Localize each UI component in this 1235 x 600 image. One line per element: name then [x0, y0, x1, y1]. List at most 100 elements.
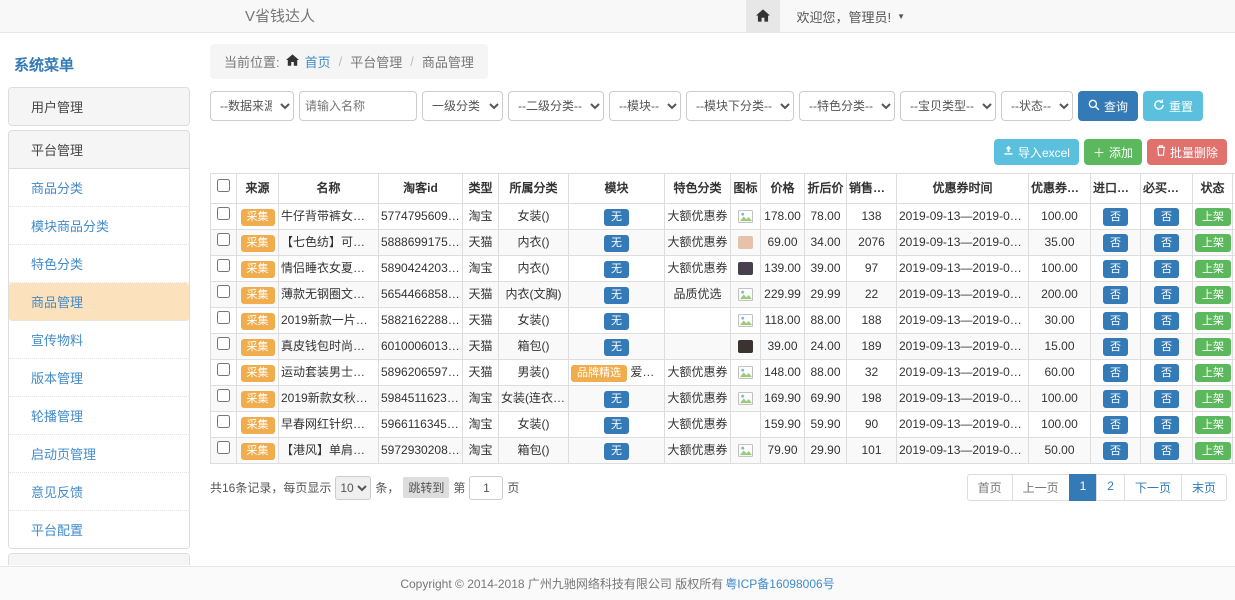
sidebar-item[interactable]: 意见反馈 [9, 473, 189, 511]
source-badge: 采集 [241, 339, 275, 356]
coupon-time-cell: 2019-09-13—2019-09-20 [897, 334, 1029, 360]
status-button[interactable]: 上架 [1195, 208, 1231, 226]
jump-page-input[interactable] [469, 476, 503, 500]
module-badge[interactable]: 无 [604, 313, 629, 330]
module-badge[interactable]: 无 [604, 391, 629, 408]
import-excel-button[interactable]: 导入excel [994, 139, 1079, 165]
module-badge[interactable]: 无 [604, 235, 629, 252]
module-badge[interactable]: 无 [604, 287, 629, 304]
must-buy-toggle-button[interactable]: 否 [1154, 312, 1179, 330]
status-button[interactable]: 上架 [1195, 286, 1231, 304]
taoke-id-cell: 601000601341 [379, 334, 463, 360]
row-checkbox[interactable] [217, 441, 230, 454]
module-badge[interactable]: 无 [604, 209, 629, 226]
must-buy-toggle-button[interactable]: 否 [1154, 442, 1179, 460]
pager-button[interactable]: 1 [1069, 474, 1098, 501]
row-checkbox[interactable] [217, 363, 230, 376]
filter-select[interactable]: --模块下分类-- [686, 91, 794, 121]
user-menu[interactable]: 欢迎您，管理员! ▼ [780, 0, 1235, 33]
status-button[interactable]: 上架 [1195, 364, 1231, 382]
import-toggle-button[interactable]: 否 [1103, 312, 1128, 330]
icp-link[interactable]: 粤ICP备16098006号 [725, 575, 834, 592]
filter-select[interactable]: --特色分类-- [799, 91, 895, 121]
data-source-select[interactable]: --数据来源-- [210, 91, 294, 121]
row-checkbox[interactable] [217, 207, 230, 220]
import-toggle-button[interactable]: 否 [1103, 442, 1128, 460]
sidebar-item[interactable]: 宣传物料 [9, 321, 189, 359]
sidebar-item[interactable]: 模块商品分类 [9, 207, 189, 245]
query-button[interactable]: 查询 [1078, 91, 1138, 121]
filter-select[interactable]: --宝贝类型-- [900, 91, 996, 121]
type-cell: 天猫 [463, 360, 499, 386]
sidebar-item[interactable]: 启动页管理 [9, 435, 189, 473]
import-toggle-button[interactable]: 否 [1103, 234, 1128, 252]
status-button[interactable]: 上架 [1195, 338, 1231, 356]
module-badge[interactable]: 无 [604, 261, 629, 278]
name-search-input[interactable] [299, 91, 417, 121]
status-button[interactable]: 上架 [1195, 260, 1231, 278]
row-checkbox[interactable] [217, 389, 230, 402]
import-toggle-button[interactable]: 否 [1103, 416, 1128, 434]
must-buy-toggle-button[interactable]: 否 [1154, 390, 1179, 408]
pagination-row: 共16条记录，每页显示 10 条， 跳转到 第 页 首页上一页12下一页末页 [210, 474, 1227, 501]
filter-select[interactable]: --二级分类-- [508, 91, 604, 121]
must-buy-toggle-button[interactable]: 否 [1154, 338, 1179, 356]
home-button[interactable] [746, 0, 780, 33]
select-all-checkbox[interactable] [217, 179, 230, 192]
must-buy-toggle-button[interactable]: 否 [1154, 234, 1179, 252]
import-optimal-cell: 否 [1091, 204, 1141, 230]
module-badge[interactable]: 无 [604, 339, 629, 356]
pager-button[interactable]: 2 [1096, 474, 1125, 501]
status-button[interactable]: 上架 [1195, 234, 1231, 252]
sidebar-group[interactable]: 平台管理 [9, 131, 189, 168]
import-toggle-button[interactable]: 否 [1103, 338, 1128, 356]
pager-button[interactable]: 末页 [1181, 474, 1227, 501]
sidebar-group[interactable]: 用户管理 [9, 88, 189, 125]
import-optimal-cell: 否 [1091, 308, 1141, 334]
status-button[interactable]: 上架 [1195, 312, 1231, 330]
must-buy-toggle-button[interactable]: 否 [1154, 286, 1179, 304]
row-checkbox[interactable] [217, 259, 230, 272]
status-button[interactable]: 上架 [1195, 442, 1231, 460]
batch-delete-button[interactable]: 批量删除 [1147, 139, 1227, 165]
import-toggle-button[interactable]: 否 [1103, 364, 1128, 382]
jump-button[interactable]: 跳转到 [403, 477, 449, 498]
import-toggle-button[interactable]: 否 [1103, 208, 1128, 226]
module-badge[interactable]: 无 [604, 443, 629, 460]
topbar-right: 欢迎您，管理员! ▼ [746, 0, 1235, 33]
source-cell: 采集 [237, 360, 279, 386]
import-toggle-button[interactable]: 否 [1103, 390, 1128, 408]
sidebar-item[interactable]: 轮播管理 [9, 397, 189, 435]
sidebar-item[interactable]: 特色分类 [9, 245, 189, 283]
sidebar-item[interactable]: 平台配置 [9, 511, 189, 548]
import-toggle-button[interactable]: 否 [1103, 286, 1128, 304]
must-buy-toggle-button[interactable]: 否 [1154, 260, 1179, 278]
filter-select[interactable]: 一级分类 [422, 91, 503, 121]
reset-button[interactable]: 重置 [1143, 91, 1203, 121]
row-checkbox[interactable] [217, 311, 230, 324]
status-button[interactable]: 上架 [1195, 390, 1231, 408]
row-checkbox[interactable] [217, 337, 230, 350]
row-checkbox[interactable] [217, 415, 230, 428]
breadcrumb-home-link[interactable]: 首页 [305, 52, 331, 71]
pager-button[interactable]: 下一页 [1124, 474, 1182, 501]
module-badge[interactable]: 品牌精选 [571, 365, 627, 382]
filter-select[interactable]: --模块-- [609, 91, 681, 121]
sidebar-submenu: 商品分类模块商品分类特色分类商品管理宣传物料版本管理轮播管理启动页管理意见反馈平… [9, 168, 189, 548]
import-toggle-button[interactable]: 否 [1103, 260, 1128, 278]
status-button[interactable]: 上架 [1195, 416, 1231, 434]
add-button[interactable]: ＋ 添加 [1084, 139, 1142, 165]
sidebar-item[interactable]: 商品管理 [9, 283, 189, 321]
row-checkbox[interactable] [217, 233, 230, 246]
must-buy-toggle-button[interactable]: 否 [1154, 208, 1179, 226]
filter-select[interactable]: --状态-- [1001, 91, 1073, 121]
module-badge[interactable]: 无 [604, 417, 629, 434]
sidebar-group[interactable]: 拼团管理 [9, 554, 189, 565]
product-name-cell: 早春网红针织外套女春... [279, 412, 379, 438]
sidebar-item[interactable]: 商品分类 [9, 169, 189, 207]
page-size-select[interactable]: 10 [335, 476, 371, 500]
must-buy-toggle-button[interactable]: 否 [1154, 364, 1179, 382]
row-checkbox[interactable] [217, 285, 230, 298]
sidebar-item[interactable]: 版本管理 [9, 359, 189, 397]
must-buy-toggle-button[interactable]: 否 [1154, 416, 1179, 434]
